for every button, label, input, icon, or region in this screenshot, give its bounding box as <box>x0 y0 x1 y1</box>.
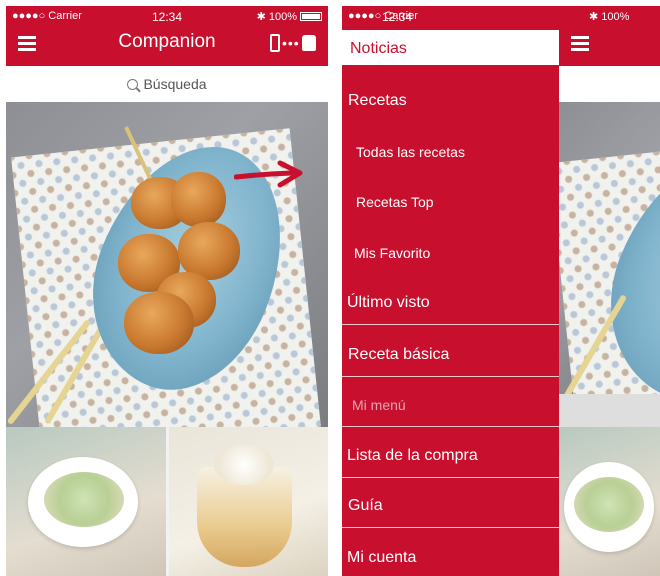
status-bar: ●●●●○ Carrier 12:34 ✱ 100% <box>6 6 328 26</box>
menu-item-mis-favorito[interactable]: Mis Favorito <box>354 245 559 261</box>
menu-item-receta-basica[interactable]: Receta básica <box>348 346 559 364</box>
bluetooth-icon: ✱ <box>256 11 266 23</box>
menu-item-noticias[interactable]: Noticias <box>350 40 559 58</box>
menu-divider <box>342 324 559 325</box>
recipe-thumbnail-dessert[interactable] <box>168 427 328 576</box>
featured-recipe-image[interactable] <box>6 102 328 427</box>
side-menu-screen: ●●●●○ Carrier 12:34 Noticias Recetas Tod… <box>342 6 559 576</box>
menu-item-mi-cuenta[interactable]: Mi cuenta <box>347 549 559 567</box>
status-right: ✱ 100% <box>589 10 629 23</box>
tablet-icon <box>270 34 280 52</box>
menu-item-lista-de-la-compra[interactable]: Lista de la compra <box>347 447 559 465</box>
menu-item-recetas-top[interactable]: Recetas Top <box>356 194 559 210</box>
menu-item-guia[interactable]: Guía <box>348 497 559 515</box>
recipe-thumbnails <box>6 427 328 576</box>
search-bar[interactable] <box>559 66 660 102</box>
hamburger-menu-icon[interactable] <box>571 36 589 51</box>
status-right: ✱ 100% <box>257 10 322 23</box>
menu-item-mi-menu: Mi menú <box>352 397 406 413</box>
risotto-image <box>44 472 124 527</box>
battery-icon <box>300 12 322 21</box>
cream-image <box>213 445 274 485</box>
fritter-image <box>124 292 194 354</box>
risotto-image <box>574 477 644 532</box>
arrow-right-icon <box>234 160 303 188</box>
app-header: ●●●●○ Carrier 12:34 ✱ 100% Companion ••• <box>6 6 328 66</box>
status-bar: ●●●●○ Carrier 12:34 <box>342 6 559 26</box>
status-time: 12:34 <box>382 10 413 24</box>
thermomix-connect-icon[interactable]: ••• <box>270 32 320 54</box>
battery-percent: 100% <box>268 10 297 23</box>
recipe-thumbnail-risotto[interactable] <box>6 427 166 576</box>
mixer-icon <box>301 35 316 51</box>
recipe-thumbnail-risotto[interactable] <box>559 427 660 576</box>
menu-divider <box>342 527 559 528</box>
menu-item-todas-las-recetas[interactable]: Todas las recetas <box>356 144 559 160</box>
bluetooth-icon: ✱ <box>589 11 599 23</box>
search-bar[interactable]: Búsqueda <box>6 66 328 102</box>
home-screen-shifted: ✱ 100% <box>559 6 660 576</box>
menu-item-ultimo-visto[interactable]: Último visto <box>347 294 559 312</box>
menu-divider <box>342 477 559 478</box>
featured-recipe-image[interactable] <box>559 102 660 394</box>
search-icon <box>127 78 139 90</box>
menu-divider <box>342 376 559 377</box>
menu-item-recetas[interactable]: Recetas <box>348 92 559 110</box>
fritter-image <box>171 172 226 227</box>
app-header: ✱ 100% <box>559 6 660 66</box>
status-bar: ✱ 100% <box>559 6 660 26</box>
menu-divider <box>342 426 559 427</box>
separator-band <box>559 394 660 427</box>
battery-percent: 100% <box>601 11 630 23</box>
search-placeholder: Búsqueda <box>143 76 207 92</box>
home-screen: ●●●●○ Carrier 12:34 ✱ 100% Companion •••… <box>6 6 328 576</box>
